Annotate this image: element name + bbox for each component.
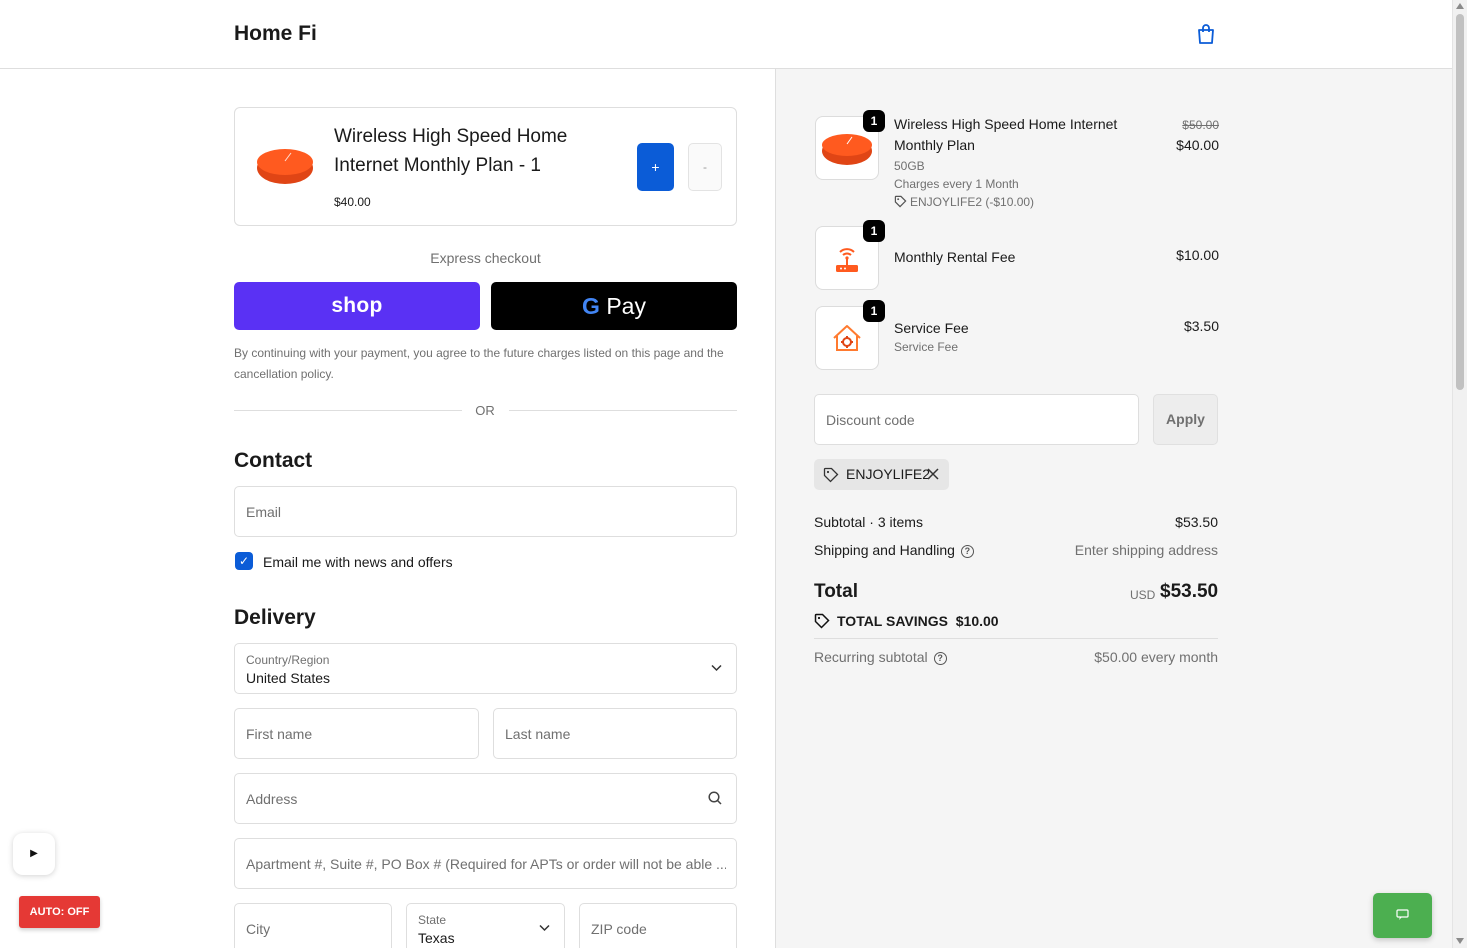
line-item-price: $3.50	[1183, 318, 1219, 334]
original-price: $50.00	[1182, 118, 1219, 132]
line-item-subtitle: Service Fee	[894, 340, 959, 354]
country-select[interactable]: Country/Region United States	[234, 643, 737, 694]
email-field[interactable]: Email	[234, 486, 737, 537]
line-item-price: $40.00	[1176, 137, 1219, 153]
zip-placeholder: ZIP code	[591, 921, 647, 937]
router-product-image	[257, 149, 313, 184]
applied-discount-chip: ENJOYLIFE2	[814, 459, 949, 490]
shop-pay-button[interactable]: shop	[234, 282, 480, 330]
product-card: Wireless High Speed Home Internet Monthl…	[234, 107, 737, 226]
line-item-title: Monthly Rental Fee	[894, 249, 1016, 265]
subtotal-value: $53.50	[1175, 514, 1218, 530]
divider-right	[509, 410, 737, 411]
tag-icon	[814, 613, 830, 629]
divider-left	[234, 410, 462, 411]
chevron-down-icon	[711, 664, 722, 672]
contact-heading: Contact	[234, 449, 313, 472]
apply-discount-button[interactable]: Apply	[1153, 394, 1218, 445]
line-item-price: $10.00	[1176, 247, 1219, 263]
applied-discount-code: ENJOYLIFE2	[846, 466, 931, 482]
discount-placeholder: Discount code	[826, 412, 915, 428]
tag-icon	[823, 467, 839, 483]
apartment-placeholder: Apartment #, Suite #, PO Box # (Required…	[246, 856, 726, 872]
scroll-up-arrow-icon[interactable]	[1456, 3, 1464, 9]
google-pay-label: Pay	[606, 293, 646, 319]
newsletter-label: Email me with news and offers	[263, 554, 453, 570]
email-placeholder: Email	[246, 504, 282, 520]
quantity-badge: 1	[863, 220, 885, 242]
scroll-down-arrow-icon[interactable]	[1456, 938, 1464, 944]
address-placeholder: Address	[246, 791, 298, 807]
shipping-value: Enter shipping address	[1074, 542, 1218, 558]
shipping-label: Shipping and Handling	[814, 542, 955, 558]
subtotal-row: Subtotal · 3 items $53.50	[814, 514, 1218, 530]
line-item: 1 Monthly Rental Fee $10.00	[815, 220, 1219, 290]
or-label: OR	[475, 403, 495, 418]
chat-icon	[1396, 909, 1409, 920]
scrollbar[interactable]	[1452, 0, 1467, 948]
shopping-bag-icon[interactable]	[1194, 22, 1218, 46]
summary-divider	[814, 638, 1218, 639]
total-label: Total	[814, 581, 858, 602]
savings-label: TOTAL SAVINGS	[837, 613, 948, 629]
recurring-row: Recurring subtotal? $50.00 every month	[814, 649, 1218, 665]
scrollbar-thumb[interactable]	[1456, 14, 1464, 390]
play-button[interactable]: ▶	[13, 833, 55, 875]
line-item-title: Service Fee	[894, 320, 969, 336]
recurring-value: $50.00 every month	[1094, 649, 1218, 665]
line-item-billing: Charges every 1 Month	[894, 177, 1019, 191]
zip-field[interactable]: ZIP code	[579, 903, 737, 948]
close-icon[interactable]	[927, 468, 939, 480]
product-price: $40.00	[334, 195, 371, 209]
last-name-placeholder: Last name	[505, 726, 571, 742]
line-item: 1 Service Fee Service Fee $3.50	[815, 300, 1219, 370]
brand-logo[interactable]: Home Fi	[234, 22, 317, 46]
chat-button[interactable]	[1373, 893, 1432, 938]
total-amount: $53.50	[1160, 581, 1219, 602]
first-name-placeholder: First name	[246, 726, 313, 742]
line-item-variant: 50GB	[894, 159, 925, 173]
line-item: 1 Wireless High Speed Home Internet Mont…	[815, 110, 1219, 216]
apartment-field[interactable]: Apartment #, Suite #, PO Box # (Required…	[234, 838, 737, 889]
chevron-down-icon	[539, 924, 550, 932]
help-icon[interactable]: ?	[933, 652, 947, 665]
last-name-field[interactable]: Last name	[493, 708, 737, 759]
discount-code-field[interactable]: Discount code	[814, 394, 1139, 445]
country-label: Country/Region	[246, 653, 330, 667]
savings-value: $10.00	[955, 613, 999, 629]
total-savings: TOTAL SAVINGS $10.00	[814, 613, 999, 629]
city-field[interactable]: City	[234, 903, 392, 948]
country-value: United States	[246, 670, 331, 686]
decrease-quantity-button[interactable]: -	[688, 143, 722, 191]
auto-toggle-button[interactable]: AUTO: OFF	[19, 896, 100, 928]
subtotal-label: Subtotal · 3 items	[814, 514, 923, 530]
line-item-discount: ENJOYLIFE2 (-$10.00)	[894, 195, 1034, 209]
state-label: State	[418, 913, 447, 927]
top-bar: Home Fi	[0, 0, 1452, 69]
search-icon[interactable]	[708, 791, 722, 805]
tag-icon	[894, 195, 907, 208]
product-title: Wireless High Speed Home Internet Monthl…	[334, 126, 568, 176]
newsletter-checkbox[interactable]: ✓	[235, 552, 253, 570]
increase-quantity-button[interactable]: +	[637, 143, 674, 191]
total-currency: USD	[1130, 588, 1156, 602]
quantity-badge: 1	[863, 110, 885, 132]
shipping-row: Shipping and Handling? Enter shipping ad…	[814, 542, 1218, 558]
state-value: Texas	[418, 930, 455, 946]
line-item-discount-text: ENJOYLIFE2 (-$10.00)	[910, 195, 1035, 209]
state-select[interactable]: State Texas	[406, 903, 565, 948]
quantity-badge: 1	[863, 300, 885, 322]
city-placeholder: City	[246, 921, 271, 937]
help-icon[interactable]: ?	[960, 545, 974, 558]
first-name-field[interactable]: First name	[234, 708, 479, 759]
delivery-heading: Delivery	[234, 606, 316, 629]
google-pay-button[interactable]: G Pay	[491, 282, 737, 330]
address-field[interactable]: Address	[234, 773, 737, 824]
recurring-label: Recurring subtotal	[814, 649, 928, 665]
express-checkout-heading: Express checkout	[430, 250, 541, 266]
terms-text: By continuing with your payment, you agr…	[234, 346, 724, 381]
google-g-icon: G	[582, 293, 600, 319]
line-item-title: Wireless High Speed Home Internet Monthl…	[894, 116, 1118, 153]
